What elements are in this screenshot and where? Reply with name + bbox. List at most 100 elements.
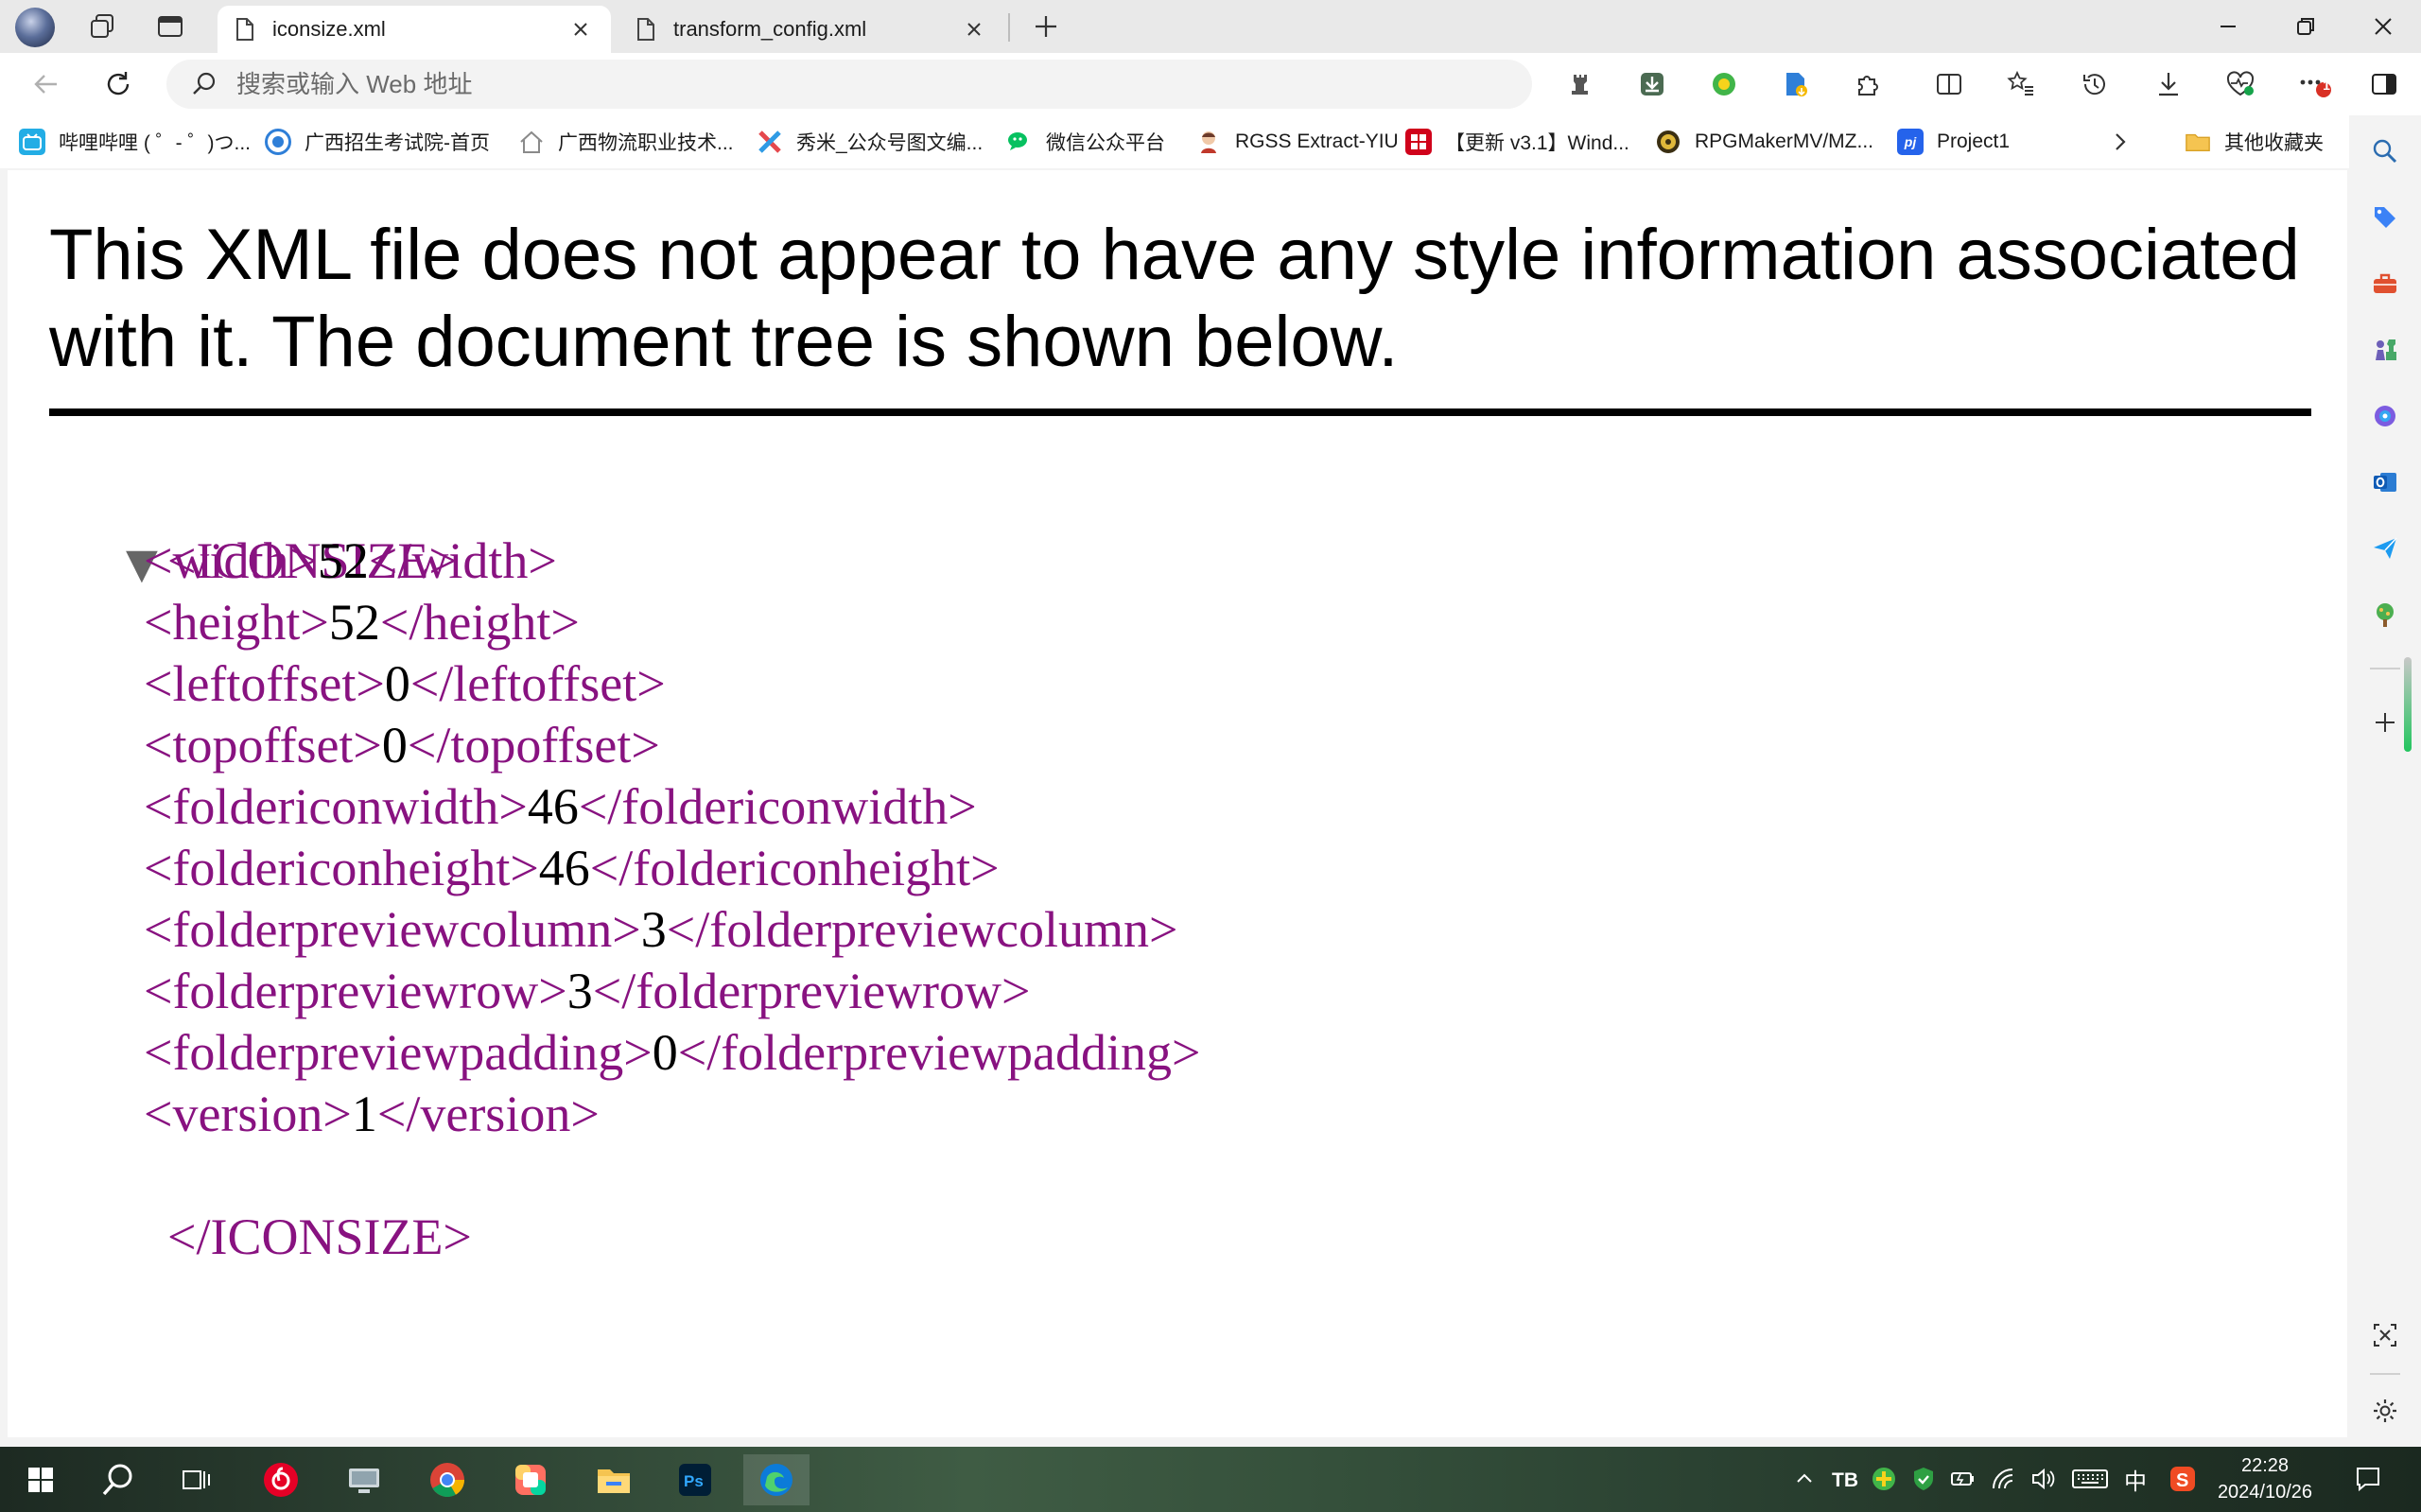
split-screen-button[interactable] [1927, 62, 1971, 106]
xml-open-tag: <foldericonheight> [144, 840, 539, 896]
favorite-xiumi[interactable]: 秀米_公众号图文编... [757, 125, 983, 159]
sidebar-search-button[interactable] [2362, 129, 2408, 174]
favorite-rpgmaker[interactable]: RPGMakerMV/MZ... [1655, 125, 1873, 159]
taskbar-colorful-app[interactable] [497, 1454, 564, 1505]
sidebar-outlook-button[interactable] [2362, 460, 2408, 505]
extension-blue-page-button[interactable] [1774, 62, 1818, 106]
favorite-wind-update[interactable]: 【更新 v3.1】Wind... [1405, 125, 1629, 159]
workspaces-button[interactable] [81, 8, 123, 45]
favorite-label: 其他收藏夹 [2224, 132, 2324, 154]
address-input[interactable] [236, 69, 1466, 99]
taskbar-chrome[interactable] [414, 1454, 480, 1505]
sidebar-screenshot-button[interactable] [2362, 1312, 2408, 1358]
ime-mode-label: 中 [2124, 1469, 2147, 1495]
close-tab-button[interactable] [567, 16, 594, 43]
favorite-gxlvtc[interactable]: 广西物流职业技术... [518, 125, 734, 159]
favorite-bilibili[interactable]: 哔哩哔哩 ( ゜- ゜)つ... [19, 125, 251, 159]
sidebar-icon [2372, 74, 2396, 95]
favorites-button[interactable] [1999, 62, 2043, 106]
new-tab-button[interactable] [1025, 8, 1067, 45]
taskbar-photoshop[interactable]: Ps [662, 1454, 728, 1505]
svg-text:Ps: Ps [684, 1472, 704, 1490]
profile-avatar[interactable] [15, 8, 55, 47]
tray-security[interactable] [1905, 1460, 1942, 1498]
taskbar-file-explorer[interactable] [581, 1454, 647, 1505]
plus-icon [2376, 713, 2395, 732]
notification-center-button[interactable] [2349, 1460, 2387, 1498]
browser-essentials-button[interactable] [2219, 62, 2262, 106]
sidebar-copilot-button[interactable] [2362, 393, 2408, 439]
taskbar-netease-music[interactable] [248, 1454, 314, 1505]
split-screen-icon [1937, 74, 1961, 95]
download-icon [2159, 73, 2178, 96]
taskbar-search-button[interactable] [85, 1454, 151, 1505]
favorites-overflow-button[interactable] [2109, 125, 2132, 159]
taskbar-edge[interactable] [743, 1454, 810, 1505]
extensions-button[interactable] [1846, 62, 1890, 106]
other-favorites-folder[interactable]: 其他收藏夹 [2185, 125, 2324, 159]
task-view-button[interactable] [163, 1454, 229, 1505]
sidebar-scrollbar[interactable] [2404, 657, 2412, 752]
favorite-gxeea[interactable]: 广西招生考试院-首页 [265, 125, 490, 159]
tab-title: iconsize.xml [272, 17, 386, 41]
tab-iconsize[interactable]: iconsize.xml [218, 6, 611, 53]
page-icon [637, 18, 654, 41]
show-hidden-icons-button[interactable] [1785, 1460, 1823, 1498]
xml-style-notice: This XML file does not appear to have an… [49, 215, 2300, 382]
sogou-icon: S [2170, 1467, 2195, 1491]
favorite-rgss-extract[interactable]: RGSS Extract-YIU [1195, 125, 1399, 159]
sidebar-add-button[interactable] [2362, 700, 2408, 745]
refresh-button[interactable] [96, 62, 140, 106]
xml-root-close-tag: </ICONSIZE> [167, 1208, 472, 1265]
folder-icon [598, 1469, 630, 1493]
sidebar-divider [2370, 1373, 2400, 1375]
battery-icon [1951, 1472, 1974, 1486]
restore-button[interactable] [2268, 0, 2343, 53]
downloads-button[interactable] [2147, 62, 2190, 106]
rgss-icon [1195, 129, 1222, 155]
tray-touch-keyboard[interactable] [2067, 1460, 2113, 1498]
close-tab-button[interactable] [961, 16, 987, 43]
tray-ime-mode[interactable]: 中 [2116, 1460, 2154, 1498]
sidebar-send-button[interactable] [2362, 526, 2408, 571]
taskbar-clock[interactable]: 22:28 2024/10/26 [2203, 1452, 2326, 1505]
paper-plane-icon [2374, 537, 2397, 559]
xiumi-icon [757, 129, 783, 155]
xml-close-tag: </folderpreviewcolumn> [666, 901, 1178, 958]
sidebar-tools-button[interactable] [2362, 261, 2408, 306]
tray-wifi[interactable] [1984, 1460, 2022, 1498]
tab-transform-config[interactable]: transform_config.xml [618, 6, 1004, 53]
xml-close-tag: </foldericonwidth> [578, 778, 977, 835]
tab-separator [1008, 13, 1010, 42]
clock-time: 22:28 [2240, 1455, 2290, 1476]
tray-battery[interactable] [1944, 1460, 1982, 1498]
xml-open-tag: <folderpreviewpadding> [144, 1024, 653, 1081]
sidebar-settings-button[interactable] [2362, 1388, 2408, 1434]
sidebar-games-button[interactable] [2362, 327, 2408, 373]
taskbar-desktop-app[interactable] [331, 1454, 397, 1505]
tray-volume[interactable] [2024, 1460, 2062, 1498]
extension-download-manager-button[interactable] [1630, 62, 1674, 106]
extension-chess-button[interactable] [1559, 62, 1602, 106]
favorite-project1[interactable]: pj Project1 [1897, 125, 2010, 159]
tray-sogou-ime[interactable]: S [2164, 1460, 2202, 1498]
tray-app-tb[interactable]: TB [1825, 1460, 1863, 1498]
favorite-label: 【更新 v3.1】Wind... [1445, 132, 1629, 154]
close-window-button[interactable] [2345, 0, 2421, 53]
extension-360-button[interactable] [1702, 62, 1746, 106]
start-button[interactable] [8, 1454, 74, 1505]
sidebar-tree-button[interactable] [2362, 592, 2408, 637]
history-button[interactable] [2073, 62, 2116, 106]
favorite-wechat-mp[interactable]: 微信公众平台 [1006, 125, 1165, 159]
minimize-button[interactable] [2190, 0, 2266, 53]
address-bar[interactable] [166, 60, 1532, 109]
xml-element-line: <folderpreviewrow>3</folderpreviewrow> [49, 961, 1200, 1022]
xml-open-tag: <topoffset> [144, 717, 382, 773]
sidebar-shopping-button[interactable] [2362, 195, 2408, 240]
back-button[interactable] [25, 62, 68, 106]
sidebar-toggle-button[interactable] [2362, 62, 2406, 106]
tab-actions-button[interactable] [149, 8, 191, 45]
tray-app-360[interactable] [1865, 1460, 1903, 1498]
rpgmaker-icon [1655, 129, 1681, 155]
settings-more-button[interactable]: 1 [2292, 62, 2336, 106]
